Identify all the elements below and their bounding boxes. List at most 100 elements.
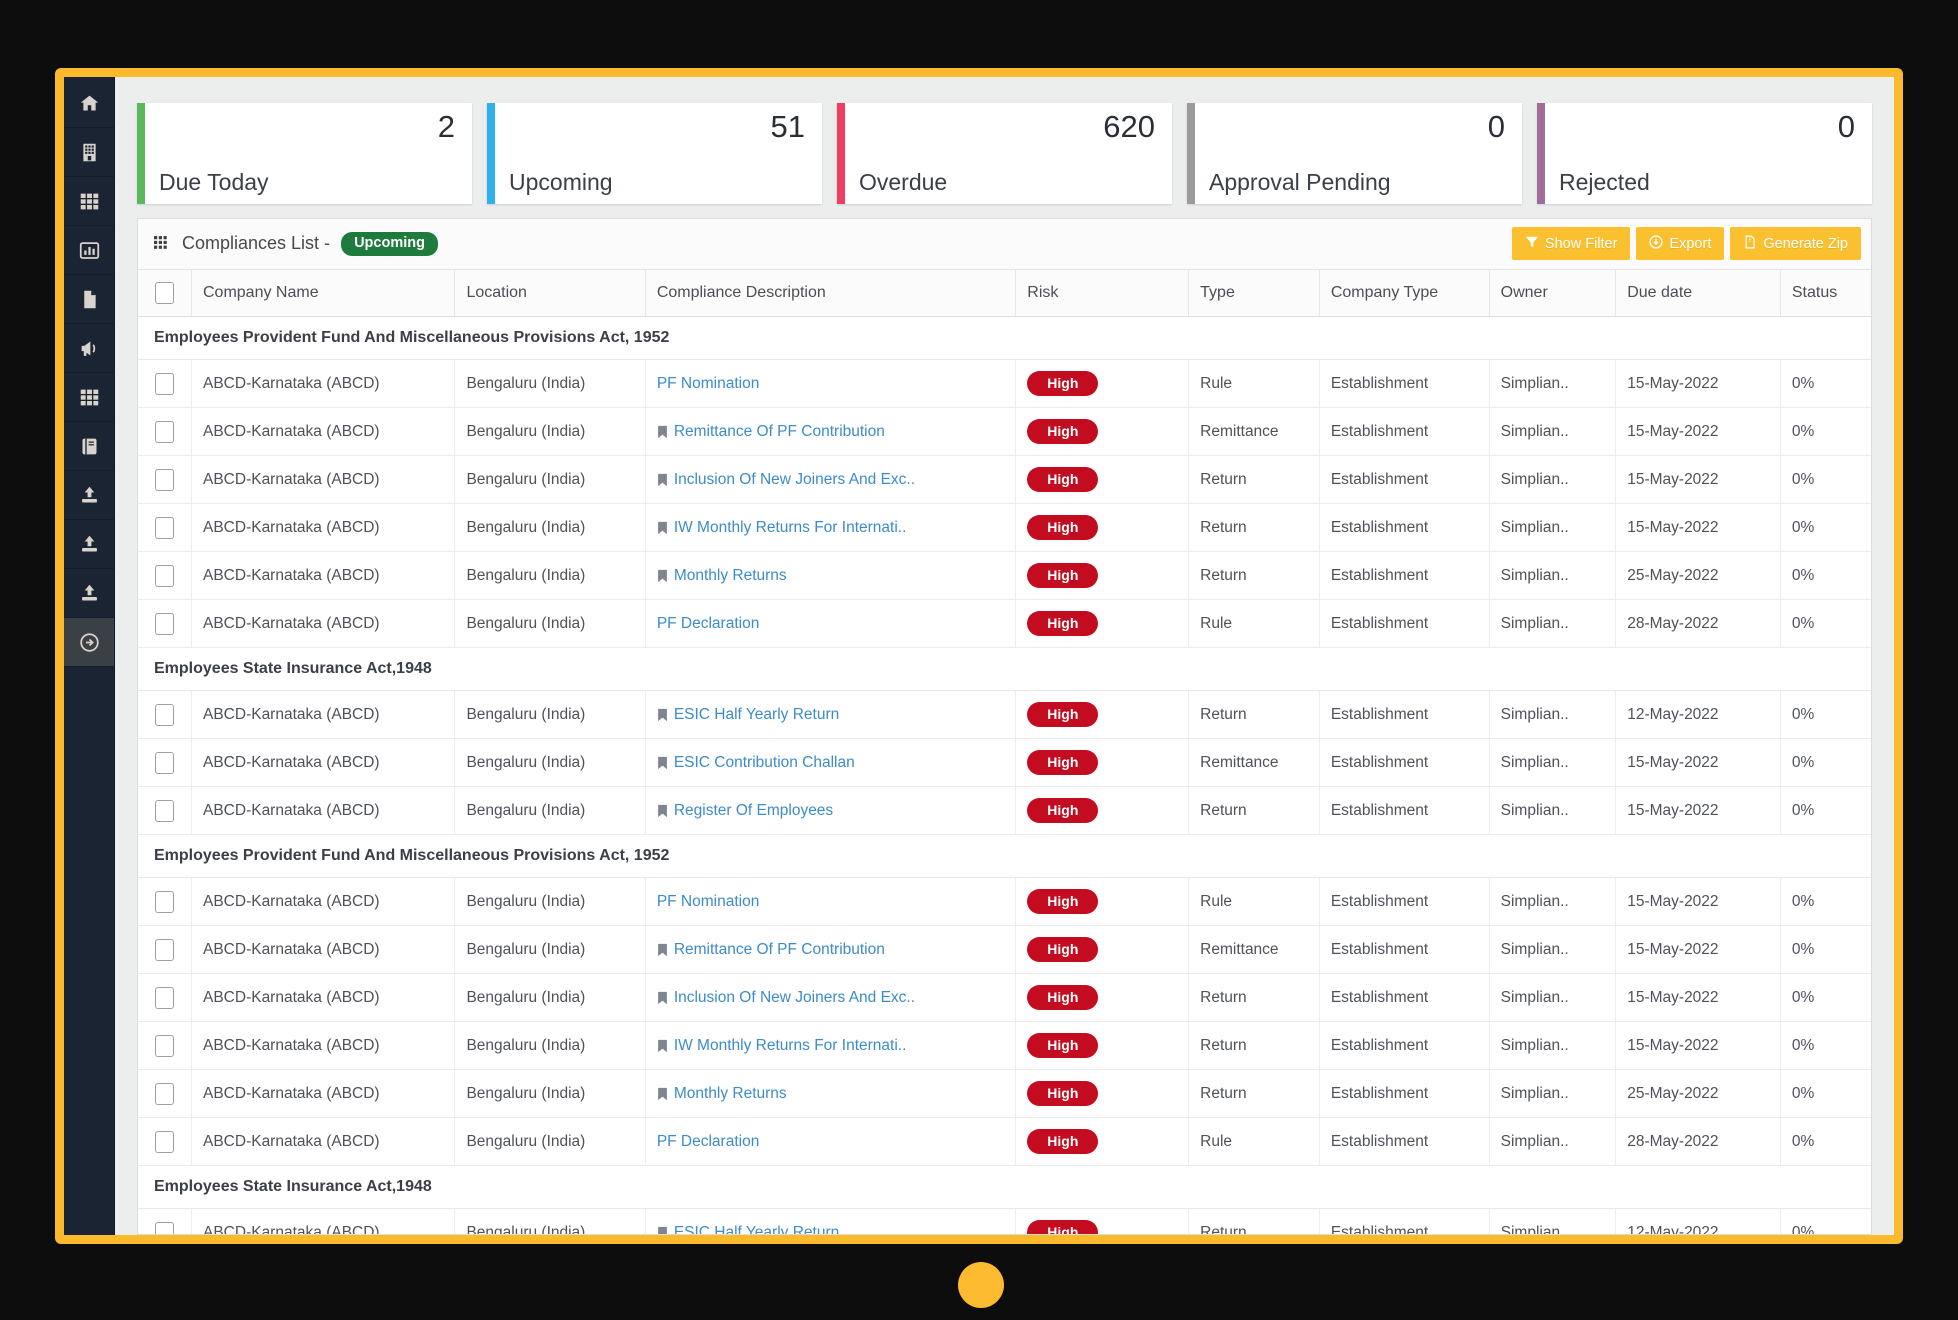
row-checkbox[interactable] [155, 799, 174, 822]
compliance-description-link[interactable]: IW Monthly Returns For Internati.. [657, 519, 1004, 537]
column-header-company-name[interactable]: Company Name [191, 269, 456, 318]
table-row[interactable]: ABCD-Karnataka (ABCD) Bengaluru (India) In… [138, 455, 1871, 505]
table-row[interactable]: ABCD-Karnataka (ABCD) Bengaluru (India) ES… [138, 690, 1871, 740]
generate-zip-button[interactable]: Generate Zip [1730, 227, 1861, 261]
compliance-description-link[interactable]: Inclusion Of New Joiners And Exc.. [657, 989, 1004, 1007]
sidebar-item-company[interactable] [64, 128, 114, 177]
sidebar-item-upload-two[interactable] [64, 520, 114, 569]
row-checkbox[interactable] [155, 1034, 174, 1057]
row-checkbox[interactable] [155, 468, 174, 491]
sidebar-item-documents[interactable] [64, 275, 114, 324]
cell-company-type: Establishment [1319, 359, 1490, 409]
cell-due-date: 15-May-2022 [1615, 786, 1781, 836]
sidebar-item-expand[interactable] [64, 618, 114, 667]
compliance-description-link[interactable]: PF Nomination [657, 375, 1004, 393]
table-row[interactable]: ABCD-Karnataka (ABCD) Bengaluru (India) Mo… [138, 1069, 1871, 1119]
stat-card[interactable]: 2 Due Today [137, 103, 472, 204]
risk-badge: High [1027, 1081, 1099, 1107]
cell-due-date: 15-May-2022 [1615, 738, 1781, 788]
select-all-header [138, 269, 192, 318]
compliance-description-link[interactable]: Monthly Returns [657, 567, 1004, 585]
compliance-description-link[interactable]: ESIC Contribution Challan [657, 754, 1004, 772]
compliance-description-link[interactable]: Remittance Of PF Contribution [657, 941, 1004, 959]
compliance-description-link[interactable]: Inclusion Of New Joiners And Exc.. [657, 471, 1004, 489]
row-checkbox[interactable] [155, 703, 174, 726]
table-row[interactable]: ABCD-Karnataka (ABCD) Bengaluru (India) PF… [138, 599, 1871, 649]
compliances-list-panel: Compliances List - Upcoming Show Filter E… [137, 218, 1872, 1235]
cell-compliance-description: Register Of Employees [645, 786, 1017, 836]
cell-risk: High [1015, 786, 1190, 836]
home-button[interactable] [958, 1262, 1004, 1308]
compliance-description-link[interactable]: ESIC Half Yearly Return [657, 1224, 1004, 1234]
row-checkbox[interactable] [155, 372, 174, 395]
table-row[interactable]: ABCD-Karnataka (ABCD) Bengaluru (India) Re… [138, 407, 1871, 457]
row-checkbox[interactable] [155, 890, 174, 913]
column-header-status[interactable]: Status [1780, 269, 1871, 318]
row-checkbox[interactable] [155, 612, 174, 635]
table-row[interactable]: ABCD-Karnataka (ABCD) Bengaluru (India) ES… [138, 1208, 1871, 1234]
cell-company-type: Establishment [1319, 925, 1490, 975]
sidebar-item-dashboard[interactable] [64, 177, 114, 226]
sidebar-item-library[interactable] [64, 422, 114, 471]
compliance-description-link[interactable]: IW Monthly Returns For Internati.. [657, 1037, 1004, 1055]
sidebar-item-modules[interactable] [64, 373, 114, 422]
stat-card[interactable]: 620 Overdue [837, 103, 1172, 204]
row-checkbox[interactable] [155, 751, 174, 774]
show-filter-button[interactable]: Show Filter [1511, 227, 1631, 261]
table-row[interactable]: ABCD-Karnataka (ABCD) Bengaluru (India) PF… [138, 1117, 1871, 1167]
sidebar-item-reports[interactable] [64, 226, 114, 275]
column-header-type[interactable]: Type [1188, 269, 1320, 318]
compliance-description-link[interactable]: PF Declaration [657, 1133, 1004, 1151]
row-checkbox[interactable] [155, 564, 174, 587]
compliance-description-link[interactable]: ESIC Half Yearly Return [657, 706, 1004, 724]
row-checkbox[interactable] [155, 420, 174, 443]
table-row[interactable]: ABCD-Karnataka (ABCD) Bengaluru (India) In… [138, 973, 1871, 1023]
table-row[interactable]: ABCD-Karnataka (ABCD) Bengaluru (India) PF… [138, 877, 1871, 927]
stat-card[interactable]: 0 Rejected [1537, 103, 1872, 204]
table-row[interactable]: ABCD-Karnataka (ABCD) Bengaluru (India) Mo… [138, 551, 1871, 601]
sidebar-item-announcements[interactable] [64, 324, 114, 373]
row-checkbox[interactable] [155, 1221, 174, 1234]
compliance-description-link[interactable]: Register Of Employees [657, 802, 1004, 820]
cell-company-type: Establishment [1319, 738, 1490, 788]
home-icon [79, 93, 100, 114]
compliance-description-link[interactable]: PF Declaration [657, 615, 1004, 633]
row-checkbox[interactable] [155, 1130, 174, 1153]
select-all-checkbox[interactable] [155, 282, 174, 305]
compliance-description-link[interactable]: Monthly Returns [657, 1085, 1004, 1103]
table-row[interactable]: ABCD-Karnataka (ABCD) Bengaluru (India) Re… [138, 925, 1871, 975]
row-checkbox[interactable] [155, 938, 174, 961]
row-checkbox[interactable] [155, 1082, 174, 1105]
stat-card[interactable]: 51 Upcoming [487, 103, 822, 204]
table-row[interactable]: ABCD-Karnataka (ABCD) Bengaluru (India) ES… [138, 738, 1871, 788]
row-checkbox[interactable] [155, 516, 174, 539]
column-header-company-type[interactable]: Company Type [1319, 269, 1490, 318]
cell-owner: Simplian.. [1489, 599, 1617, 649]
bookmark-icon [657, 521, 668, 535]
stat-card-label: Approval Pending [1209, 169, 1391, 195]
table-row[interactable]: ABCD-Karnataka (ABCD) Bengaluru (India) IW… [138, 503, 1871, 553]
export-button[interactable]: Export [1636, 227, 1725, 261]
stat-card-label: Rejected [1559, 169, 1650, 195]
row-checkbox[interactable] [155, 986, 174, 1009]
sidebar-item-upload-one[interactable] [64, 471, 114, 520]
bookmark-icon [657, 804, 668, 818]
table-row[interactable]: ABCD-Karnataka (ABCD) Bengaluru (India) PF… [138, 359, 1871, 409]
compliance-description-link[interactable]: PF Nomination [657, 893, 1004, 911]
stat-card-accent [487, 103, 495, 204]
compliance-description-link[interactable]: Remittance Of PF Contribution [657, 423, 1004, 441]
stat-card[interactable]: 0 Approval Pending [1187, 103, 1522, 204]
cell-company-type: Establishment [1319, 1021, 1490, 1071]
column-header-due-date[interactable]: Due date [1615, 269, 1781, 318]
column-header-owner[interactable]: Owner [1489, 269, 1617, 318]
cell-owner: Simplian.. [1489, 925, 1617, 975]
column-header-location[interactable]: Location [454, 269, 646, 318]
bookmark-icon [657, 473, 668, 487]
sidebar-item-upload-three[interactable] [64, 569, 114, 618]
sidebar-item-home[interactable] [64, 79, 114, 128]
column-header-compliance-description[interactable]: Compliance Description [645, 269, 1017, 318]
table-row[interactable]: ABCD-Karnataka (ABCD) Bengaluru (India) Re… [138, 786, 1871, 836]
table-row[interactable]: ABCD-Karnataka (ABCD) Bengaluru (India) IW… [138, 1021, 1871, 1071]
table-scroll-area[interactable]: Company Name Location Compliance Descripti… [138, 269, 1871, 1234]
column-header-risk[interactable]: Risk [1015, 269, 1190, 318]
